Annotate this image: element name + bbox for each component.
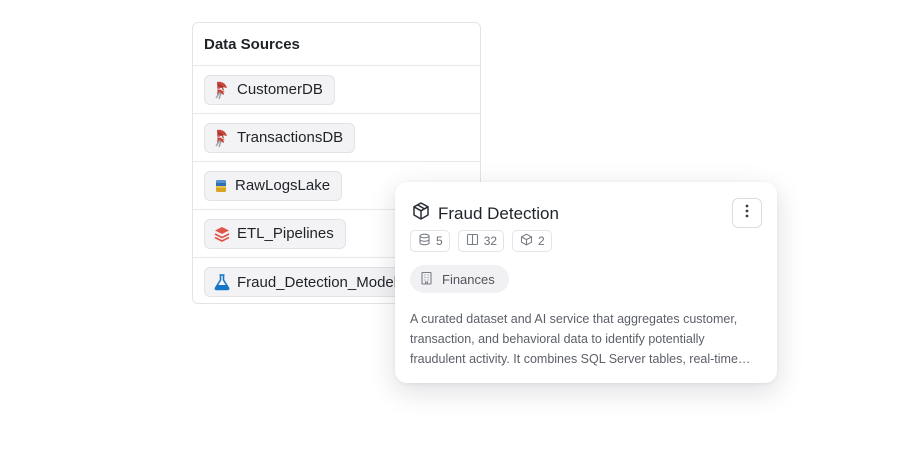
source-chip-fraud-detection-model[interactable]: Fraud_Detection_Model bbox=[204, 267, 410, 297]
domain-tag-label: Finances bbox=[442, 271, 495, 287]
columns-icon bbox=[466, 233, 479, 249]
sql-server-icon bbox=[213, 128, 231, 148]
source-row: TransactionsDB bbox=[193, 114, 480, 162]
source-chip-customerdb[interactable]: CustomerDB bbox=[204, 74, 335, 105]
source-label: RawLogsLake bbox=[235, 177, 331, 194]
model-count: 2 bbox=[538, 234, 545, 248]
cube-icon bbox=[411, 201, 431, 226]
card-header: Fraud Detection bbox=[411, 201, 559, 226]
model-count-badge: 2 bbox=[512, 230, 552, 252]
column-count: 32 bbox=[483, 234, 498, 248]
model-cube-icon bbox=[520, 233, 533, 249]
source-chip-rawlogslake[interactable]: RawLogsLake bbox=[204, 170, 343, 201]
source-chip-transactionsdb[interactable]: TransactionsDB bbox=[204, 122, 356, 153]
building-icon bbox=[420, 271, 433, 288]
database-count-badge: 5 bbox=[410, 230, 450, 252]
sql-server-icon bbox=[213, 80, 231, 100]
source-label: Fraud_Detection_Model bbox=[237, 273, 398, 291]
data-sources-title: Data Sources bbox=[193, 23, 480, 66]
source-label: CustomerDB bbox=[237, 81, 323, 98]
card-stats: 5 32 2 bbox=[410, 230, 552, 252]
source-chip-etl-pipelines[interactable]: ETL_Pipelines bbox=[204, 218, 346, 249]
column-count-badge: 32 bbox=[457, 230, 505, 252]
card-description: A curated dataset and AI service that ag… bbox=[410, 312, 738, 366]
source-label: ETL_Pipelines bbox=[237, 225, 334, 242]
domain-tag[interactable]: Finances bbox=[410, 265, 509, 293]
database-count: 5 bbox=[436, 234, 443, 248]
card-title: Fraud Detection bbox=[438, 203, 559, 223]
source-label: TransactionsDB bbox=[237, 129, 344, 146]
fraud-detection-card[interactable]: Fraud Detection 5 32 2 Finances A curate… bbox=[395, 182, 777, 383]
data-lake-icon bbox=[213, 178, 229, 194]
ml-flask-icon bbox=[213, 273, 231, 291]
database-icon bbox=[418, 233, 431, 249]
vertical-dots-icon bbox=[745, 204, 749, 223]
layers-icon bbox=[213, 225, 231, 243]
source-row: CustomerDB bbox=[193, 66, 480, 114]
more-options-button[interactable] bbox=[732, 198, 762, 228]
